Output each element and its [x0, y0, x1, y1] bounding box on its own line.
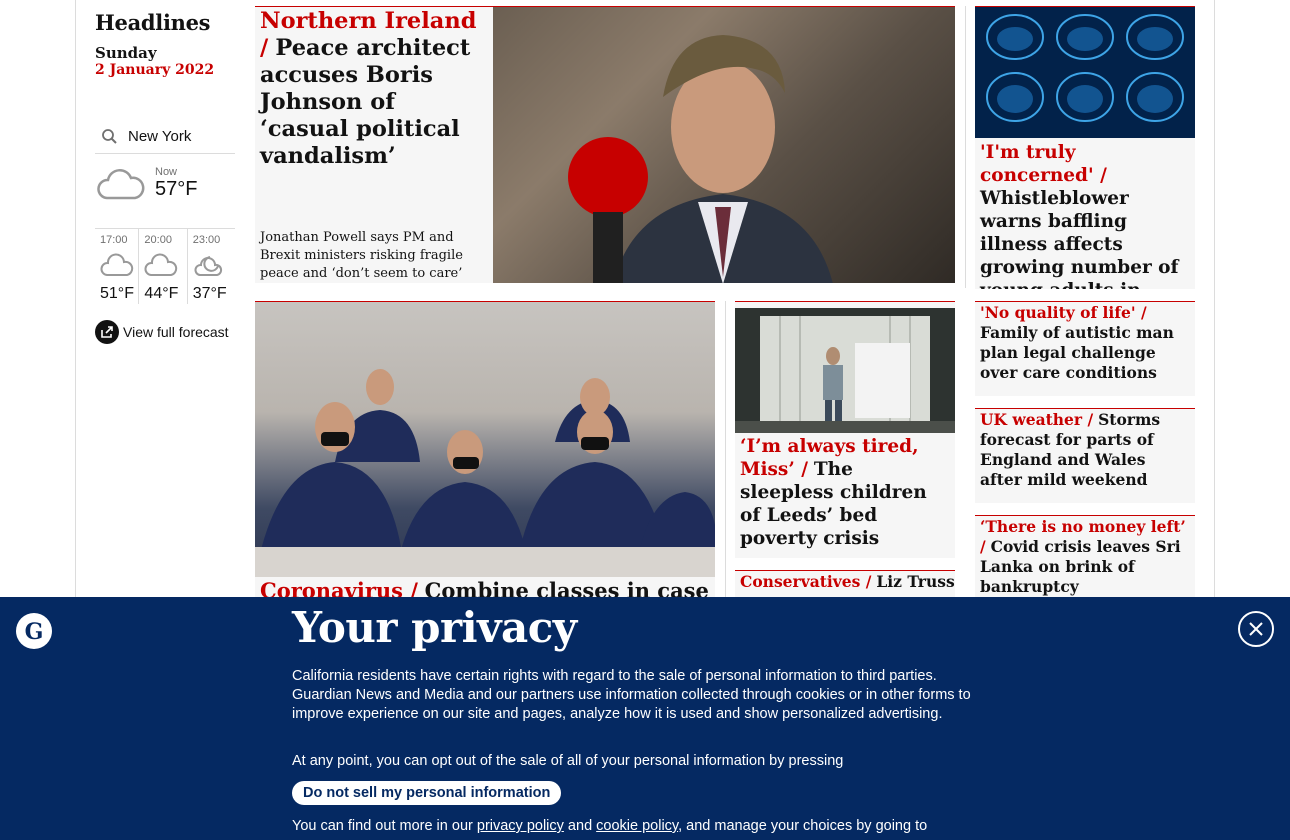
- cloud-icon: [100, 253, 134, 276]
- privacy-paragraph: California residents have certain rights…: [292, 668, 971, 722]
- column-divider: [965, 6, 966, 288]
- svg-text:G: G: [25, 619, 44, 645]
- privacy-policy-link[interactable]: privacy policy: [477, 818, 564, 834]
- story-kicker: Coronavirus /: [260, 578, 418, 597]
- view-full-forecast-link[interactable]: View full forecast: [95, 320, 229, 344]
- left-rail: Headlines Sunday 2 January 2022 New York…: [95, 0, 235, 344]
- privacy-more-info: You can find out more in our privacy pol…: [292, 817, 997, 836]
- story-kicker: UK weather /: [980, 410, 1094, 429]
- section-title: Headlines: [95, 10, 211, 35]
- story-autistic-man[interactable]: 'No quality of life' / Family of autisti…: [975, 301, 1195, 396]
- story-sri-lanka[interactable]: ‘There is no money left’ / Covid crisis …: [975, 515, 1195, 597]
- weather-location-search[interactable]: New York: [95, 120, 235, 154]
- story-northern-ireland[interactable]: Northern Ireland / Peace architect accus…: [255, 6, 955, 283]
- guardian-logo-icon: G: [16, 613, 52, 649]
- story-headline: Combine classes in case of: [424, 578, 715, 597]
- forecast-slot: 23:00 37°F: [186, 229, 235, 304]
- privacy-manage-text: , and manage your choices by going to: [678, 818, 928, 834]
- external-link-icon: [95, 320, 119, 344]
- privacy-opt-out-text: At any point, you can opt out of the sal…: [292, 753, 844, 769]
- story-image: [735, 308, 955, 433]
- story-conservatives[interactable]: Conservatives / Liz Truss: [735, 570, 955, 597]
- story-headline: Covid crisis leaves Sri Lanka on brink o…: [980, 537, 1181, 596]
- container-photo: [735, 316, 955, 433]
- forecast-temp: 51°F: [100, 285, 134, 302]
- cloud-icon: [144, 253, 178, 276]
- story-kicker: 'I'm truly concerned' /: [980, 142, 1107, 186]
- do-not-sell-button[interactable]: Do not sell my personal information: [292, 781, 562, 805]
- story-coronavirus[interactable]: Coronavirus / Combine classes in case of: [255, 301, 715, 597]
- story-image: [255, 302, 715, 577]
- story-kicker: Conservatives /: [740, 572, 872, 591]
- story-uk-weather[interactable]: UK weather / Storms forecast for parts o…: [975, 408, 1195, 503]
- story-headline: Liz Truss: [876, 572, 955, 591]
- forecast-time: 20:00: [144, 234, 172, 246]
- column-divider: [725, 301, 726, 597]
- privacy-and-text: and: [563, 818, 597, 834]
- privacy-banner: G Your privacy California residents have…: [0, 597, 1290, 840]
- forecast-time: 23:00: [192, 234, 221, 246]
- story-kicker: 'No quality of life' /: [980, 303, 1147, 322]
- view-full-forecast-label: View full forecast: [123, 324, 229, 340]
- close-button[interactable]: [1238, 611, 1274, 647]
- weather-location: New York: [128, 128, 192, 145]
- forecast-slot: 17:00 51°F: [95, 229, 138, 304]
- privacy-more-text: You can find out more in our: [292, 818, 477, 834]
- brain-scan-photo: [986, 14, 1184, 122]
- cookie-policy-link[interactable]: cookie policy: [596, 818, 678, 834]
- classroom-photo: [255, 369, 715, 577]
- cloud-icon: [97, 169, 145, 200]
- story-headline: Peace architect accuses Boris Johnson of…: [260, 35, 471, 169]
- story-image: [493, 7, 955, 283]
- story-headline: Whistleblower warns baffling illness aff…: [980, 188, 1179, 289]
- story-headline: Family of autistic man plan legal challe…: [980, 323, 1174, 382]
- weather-now-temp: 57°F: [155, 178, 198, 200]
- story-image: [975, 7, 1195, 138]
- date-label: 2 January 2022: [95, 62, 215, 78]
- weather-now: Now 57°F: [95, 162, 235, 226]
- person-photo: [568, 35, 833, 283]
- story-leeds-bed-poverty[interactable]: ‘I’m always tired, Miss’ / The sleepless…: [735, 301, 955, 558]
- story-standfirst: Jonathan Powell says PM and Brexit minis…: [260, 230, 463, 281]
- weather-now-label: Now: [155, 166, 178, 178]
- search-icon: [102, 128, 117, 144]
- forecast-slot: 20:00 44°F: [138, 229, 186, 304]
- privacy-title: Your privacy: [292, 603, 577, 652]
- weather-forecast: 17:00 51°F 20:00 44°F 23:00 37°F: [95, 228, 235, 304]
- forecast-time: 17:00: [100, 234, 128, 246]
- moon-cloud-icon: [194, 256, 222, 276]
- close-icon: [1249, 622, 1263, 636]
- story-whistleblower[interactable]: 'I'm truly concerned' / Whistleblower wa…: [975, 6, 1195, 289]
- forecast-temp: 44°F: [144, 285, 179, 302]
- day-label: Sunday: [95, 44, 157, 62]
- forecast-temp: 37°F: [192, 285, 227, 302]
